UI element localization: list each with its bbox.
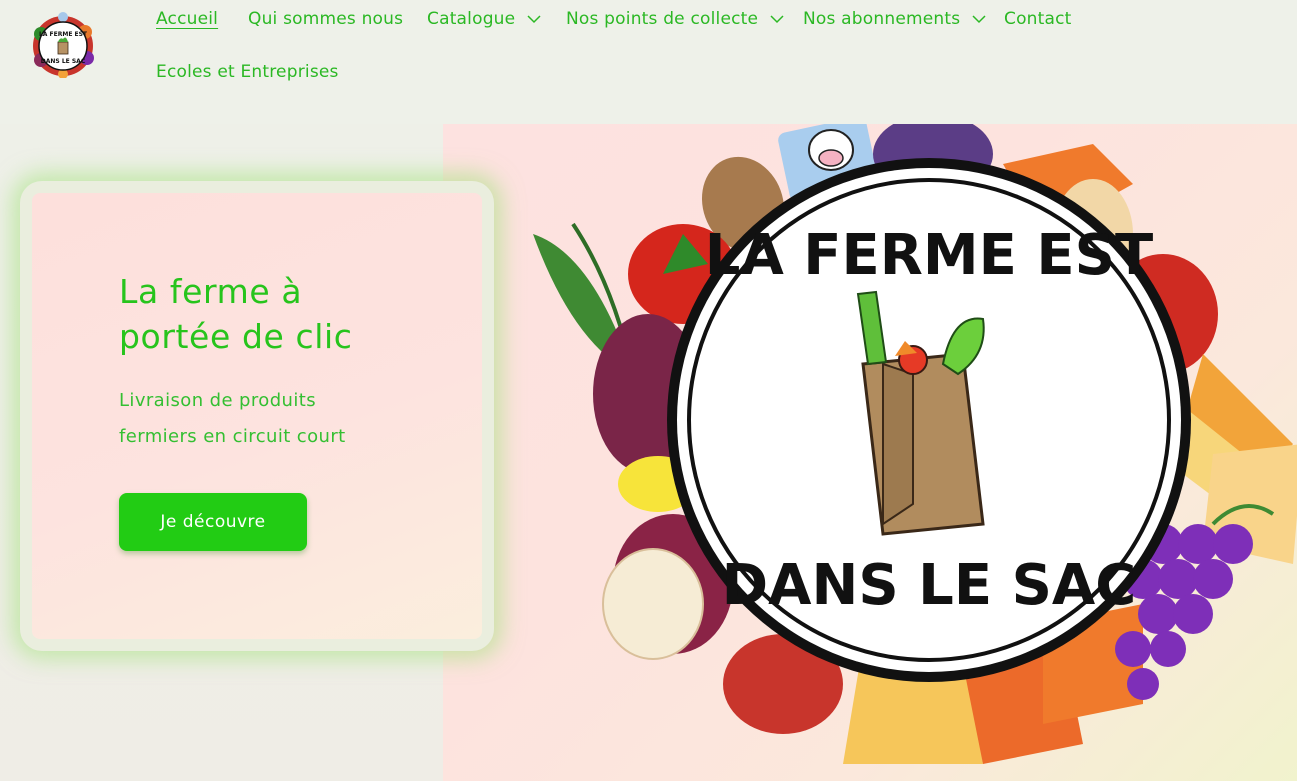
- nav-item-points-de-collecte[interactable]: Nos points de collecte: [566, 9, 784, 29]
- nav-item-label: Ecoles et Entreprises: [156, 62, 339, 82]
- hero-card-inner: La ferme à portée de clic Livraison de p…: [32, 193, 482, 639]
- nav-item-label: Catalogue: [427, 9, 516, 29]
- site-header: LA FERME EST DANS LE SAC Accueil Qui som…: [0, 0, 1297, 124]
- hero-illustration: LA FERME EST DANS LE SAC: [443, 124, 1297, 781]
- nav-item-qui-sommes-nous[interactable]: Qui sommes nous: [248, 9, 403, 29]
- nav-item-contact[interactable]: Contact: [1004, 9, 1072, 29]
- hero-title: La ferme à portée de clic: [119, 269, 449, 359]
- nav-item-label: Contact: [1004, 9, 1072, 29]
- hero-title-line: La ferme à: [119, 272, 303, 311]
- chevron-down-icon: [527, 15, 541, 24]
- nav-item-label: Qui sommes nous: [248, 9, 404, 29]
- nav-item-ecoles-entreprises[interactable]: Ecoles et Entreprises: [156, 62, 339, 82]
- hero-title-line: portée de clic: [119, 317, 353, 356]
- nav-item-abonnements[interactable]: Nos abonnements: [803, 9, 986, 29]
- svg-text:DANS LE SAC: DANS LE SAC: [41, 58, 86, 65]
- chevron-down-icon: [770, 15, 784, 24]
- hero-subtitle-line: Livraison de produits: [119, 390, 316, 411]
- badge-text-bottom: DANS LE SAC: [722, 553, 1137, 618]
- chevron-down-icon: [972, 15, 986, 24]
- hero-card: La ferme à portée de clic Livraison de p…: [20, 181, 494, 651]
- svg-text:LA FERME EST: LA FERME EST: [39, 31, 88, 38]
- logo-icon: LA FERME EST DANS LE SAC: [33, 12, 94, 79]
- discover-button[interactable]: Je découvre: [119, 493, 307, 551]
- hero-subtitle: Livraison de produits fermiers en circui…: [119, 383, 399, 455]
- nav-item-accueil[interactable]: Accueil: [156, 9, 218, 29]
- produce-bag-illustration: LA FERME EST DANS LE SAC: [533, 124, 1297, 764]
- nav-item-label: Nos points de collecte: [566, 9, 759, 29]
- hero-subtitle-line: fermiers en circuit court: [119, 426, 346, 447]
- nav-item-label: Nos abonnements: [803, 9, 961, 29]
- brand-logo[interactable]: LA FERME EST DANS LE SAC: [27, 12, 99, 79]
- badge-text-top: LA FERME EST: [705, 223, 1153, 288]
- nav-item-catalogue[interactable]: Catalogue: [427, 9, 541, 29]
- nav-item-label: Accueil: [156, 9, 219, 29]
